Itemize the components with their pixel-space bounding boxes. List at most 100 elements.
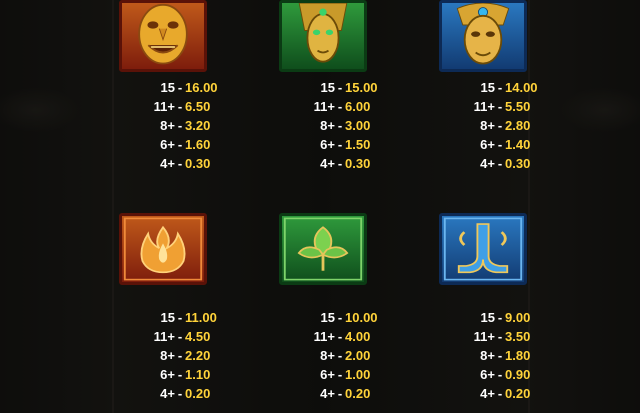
symbol-count: 11+ xyxy=(153,329,175,344)
symbol-count: 8+ xyxy=(320,348,335,363)
symbol-count: 8+ xyxy=(480,348,495,363)
symbol-count: 15 xyxy=(320,310,335,325)
payout-value: 0.30 xyxy=(185,156,211,171)
separator: - xyxy=(337,329,343,344)
golden-headdress-mask-icon xyxy=(279,0,367,72)
symbol-count: 15 xyxy=(320,80,335,95)
symbol-count: 6+ xyxy=(320,367,335,382)
pay-row: 8+ -1.80 xyxy=(437,346,557,365)
symbol-count: 4+ xyxy=(160,386,175,401)
symbol-count: 15 xyxy=(480,80,495,95)
payout-value: 15.00 xyxy=(345,80,378,95)
separator: - xyxy=(337,99,343,114)
symbol-count: 8+ xyxy=(320,118,335,133)
symbol-count: 11+ xyxy=(153,99,175,114)
payout-value: 0.20 xyxy=(505,386,531,401)
pay-row: 8+ -3.20 xyxy=(117,116,237,135)
symbol-count: 6+ xyxy=(320,137,335,152)
golden-jewel-mask-icon xyxy=(439,0,527,72)
separator: - xyxy=(497,156,503,171)
symbol-count: 15 xyxy=(160,80,175,95)
separator: - xyxy=(497,310,503,325)
symbol-count: 15 xyxy=(160,310,175,325)
pay-row: 6+ -1.60 xyxy=(117,135,237,154)
pay-row: 11+ -5.50 xyxy=(437,97,557,116)
payout-value: 3.50 xyxy=(505,329,531,344)
payout-value: 2.20 xyxy=(185,348,211,363)
pay-row: 15-10.00 xyxy=(277,308,397,327)
symbol-count: 15 xyxy=(480,310,495,325)
separator: - xyxy=(177,329,183,344)
payout-value: 9.00 xyxy=(505,310,531,325)
pay-row: 11+ -3.50 xyxy=(437,327,557,346)
symbol-count: 6+ xyxy=(480,137,495,152)
separator: - xyxy=(177,386,183,401)
symbol-count: 11+ xyxy=(473,99,495,114)
separator: - xyxy=(497,99,503,114)
symbol-count: 4+ xyxy=(480,156,495,171)
pay-row: 6+ -1.10 xyxy=(117,365,237,384)
pay-row: 6+ -0.90 xyxy=(437,365,557,384)
separator: - xyxy=(177,310,183,325)
leaf-glyph-icon xyxy=(279,213,367,285)
paytable-fire-glyph: 15-11.00 11+ -4.50 8+ -2.20 6+ -1.10 4+ -0.2… xyxy=(117,308,237,403)
payout-value: 0.30 xyxy=(505,156,531,171)
pay-row: 4+ -0.30 xyxy=(277,154,397,173)
pay-row: 4+ -0.30 xyxy=(117,154,237,173)
separator: - xyxy=(497,367,503,382)
golden-tribal-mask-icon xyxy=(119,0,207,72)
symbol-count: 6+ xyxy=(160,137,175,152)
pay-row: 15-11.00 xyxy=(117,308,237,327)
payout-value: 1.80 xyxy=(505,348,531,363)
symbol-count: 4+ xyxy=(160,156,175,171)
paytable-water-glyph: 15-9.00 11+ -3.50 8+ -1.80 6+ -0.90 4+ -0.20 xyxy=(437,308,557,403)
paytable-golden-jewel-mask: 15-14.00 11+ -5.50 8+ -2.80 6+ -1.40 4+ -0.3… xyxy=(437,78,557,173)
payout-value: 2.80 xyxy=(505,118,531,133)
pay-row: 8+ -2.80 xyxy=(437,116,557,135)
separator: - xyxy=(337,367,343,382)
payout-value: 2.00 xyxy=(345,348,371,363)
pay-row: 15-15.00 xyxy=(277,78,397,97)
pay-row: 6+ -1.40 xyxy=(437,135,557,154)
payout-value: 5.50 xyxy=(505,99,531,114)
separator: - xyxy=(177,367,183,382)
payout-value: 3.20 xyxy=(185,118,211,133)
payout-value: 1.40 xyxy=(505,137,531,152)
separator: - xyxy=(497,329,503,344)
payout-value: 0.30 xyxy=(345,156,371,171)
paytable-golden-tribal-mask: 15-16.00 11+ -6.50 8+ -3.20 6+ -1.60 4+ -0.3… xyxy=(117,78,237,173)
payout-value: 0.90 xyxy=(505,367,531,382)
symbol-count: 11+ xyxy=(313,99,335,114)
separator: - xyxy=(337,386,343,401)
payout-value: 14.00 xyxy=(505,80,538,95)
separator: - xyxy=(177,137,183,152)
separator: - xyxy=(337,310,343,325)
pay-row: 11+ -4.50 xyxy=(117,327,237,346)
payout-value: 4.00 xyxy=(345,329,371,344)
paytable-golden-headdress-mask: 15-15.00 11+ -6.00 8+ -3.00 6+ -1.50 4+ -0.3… xyxy=(277,78,397,173)
symbol-count: 6+ xyxy=(480,367,495,382)
payout-value: 11.00 xyxy=(185,310,217,325)
fire-glyph-icon xyxy=(119,213,207,285)
pay-row: 8+ -3.00 xyxy=(277,116,397,135)
pay-row: 4+ -0.30 xyxy=(437,154,557,173)
symbol-count: 11+ xyxy=(313,329,335,344)
separator: - xyxy=(497,80,503,95)
pay-row: 15-16.00 xyxy=(117,78,237,97)
payout-value: 0.20 xyxy=(345,386,371,401)
pay-row: 15-9.00 xyxy=(437,308,557,327)
symbol-count: 8+ xyxy=(160,118,175,133)
pay-row: 15-14.00 xyxy=(437,78,557,97)
separator: - xyxy=(497,118,503,133)
water-glyph-icon xyxy=(439,213,527,285)
pay-row: 11+ -6.50 xyxy=(117,97,237,116)
symbol-count: 8+ xyxy=(480,118,495,133)
pay-row: 4+ -0.20 xyxy=(117,384,237,403)
separator: - xyxy=(497,386,503,401)
pay-row: 11+ -6.00 xyxy=(277,97,397,116)
symbol-count: 4+ xyxy=(480,386,495,401)
separator: - xyxy=(177,80,183,95)
pay-row: 8+ -2.00 xyxy=(277,346,397,365)
symbol-count: 6+ xyxy=(160,367,175,382)
separator: - xyxy=(337,348,343,363)
